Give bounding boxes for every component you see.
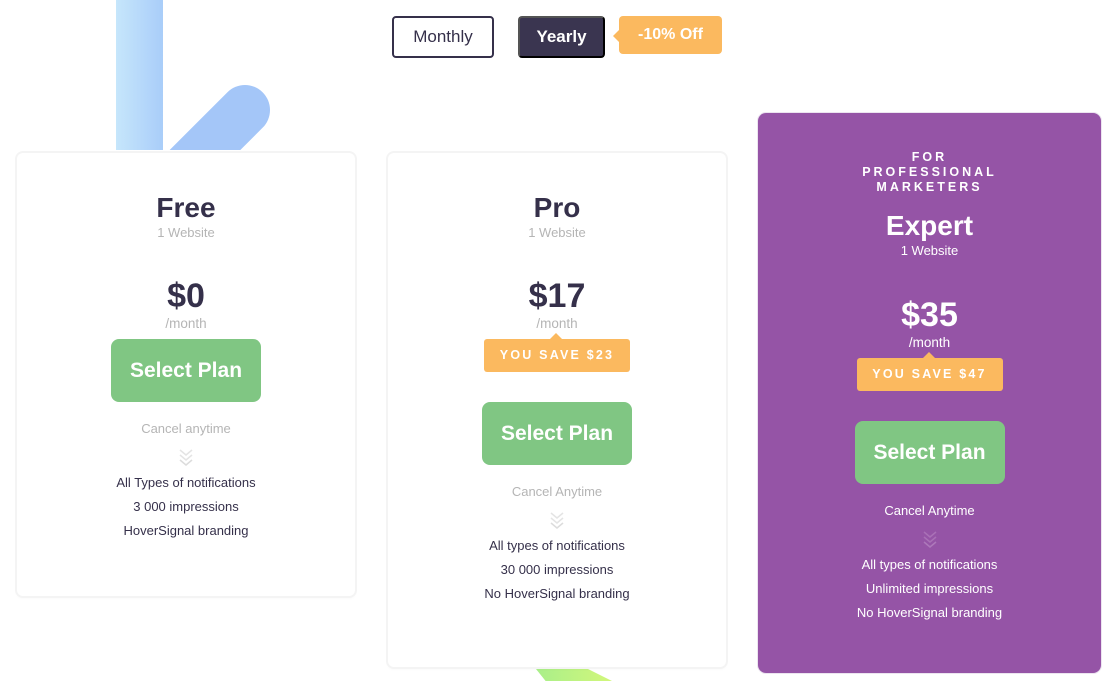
plan-price: $0: [167, 277, 205, 315]
feature-item: No HoverSignal branding: [484, 586, 630, 601]
plan-name: Pro: [533, 192, 581, 223]
savings-badge: YOU SAVE $23: [484, 333, 630, 372]
chevrons-down-icon: [179, 449, 193, 466]
feature-list: All types of notifications Unlimited imp…: [758, 553, 1101, 625]
savings-badge: YOU SAVE $47: [856, 352, 1003, 391]
feature-item: 3 000 impressions: [133, 499, 239, 514]
chevrons-down-icon: [923, 531, 936, 548]
feature-item: HoverSignal branding: [123, 523, 249, 538]
plan-sites: 1 Website: [900, 243, 959, 258]
plan-sites: 1 Website: [157, 225, 215, 240]
feature-item: 30 000 impressions: [500, 562, 614, 577]
plan-card-pro: Pro 1 Website $17 /month YOU SAVE $23 Se…: [388, 153, 726, 667]
plan-sites: 1 Website: [528, 225, 586, 240]
plan-price: $17: [528, 277, 586, 315]
decorative-blue-bar: [116, 0, 163, 150]
chevrons-down-icon: [550, 512, 564, 529]
feature-item: All types of notifications: [489, 538, 625, 553]
plan-name: Free: [156, 192, 216, 223]
cancel-note: Cancel anytime: [141, 421, 231, 436]
feature-item: No HoverSignal branding: [856, 605, 1003, 620]
plan-eyebrow: FOR PROFESSIONAL MARKETERS: [862, 150, 997, 194]
billing-toggle-monthly[interactable]: Monthly: [392, 16, 494, 58]
plan-period: /month: [165, 316, 207, 331]
plan-period: /month: [908, 335, 951, 350]
select-plan-button-expert[interactable]: Select Plan: [854, 421, 1005, 484]
cancel-note: Cancel Anytime: [511, 484, 603, 499]
select-plan-button-free[interactable]: Select Plan: [111, 339, 261, 402]
billing-toggle-yearly[interactable]: Yearly: [518, 16, 605, 58]
select-plan-button-pro[interactable]: Select Plan: [482, 402, 632, 465]
plan-card-expert: FOR PROFESSIONAL MARKETERS Expert 1 Webs…: [758, 113, 1101, 673]
feature-item: Unlimited impressions: [865, 581, 994, 596]
plan-name: Expert: [885, 210, 974, 241]
plan-price: $35: [901, 296, 958, 334]
plan-period: /month: [536, 316, 578, 331]
plan-card-free: Free 1 Website $0 /month Select Plan Can…: [17, 153, 355, 596]
feature-list: All Types of notifications 3 000 impress…: [17, 471, 355, 543]
feature-item: All types of notifications: [861, 557, 998, 572]
discount-badge: -10% Off: [613, 16, 722, 54]
feature-item: All Types of notifications: [116, 475, 256, 490]
decorative-blue-pill: [160, 60, 300, 150]
feature-list: All types of notifications 30 000 impres…: [388, 534, 726, 606]
decorative-green-shape: [536, 669, 616, 681]
cancel-note: Cancel Anytime: [884, 503, 975, 518]
